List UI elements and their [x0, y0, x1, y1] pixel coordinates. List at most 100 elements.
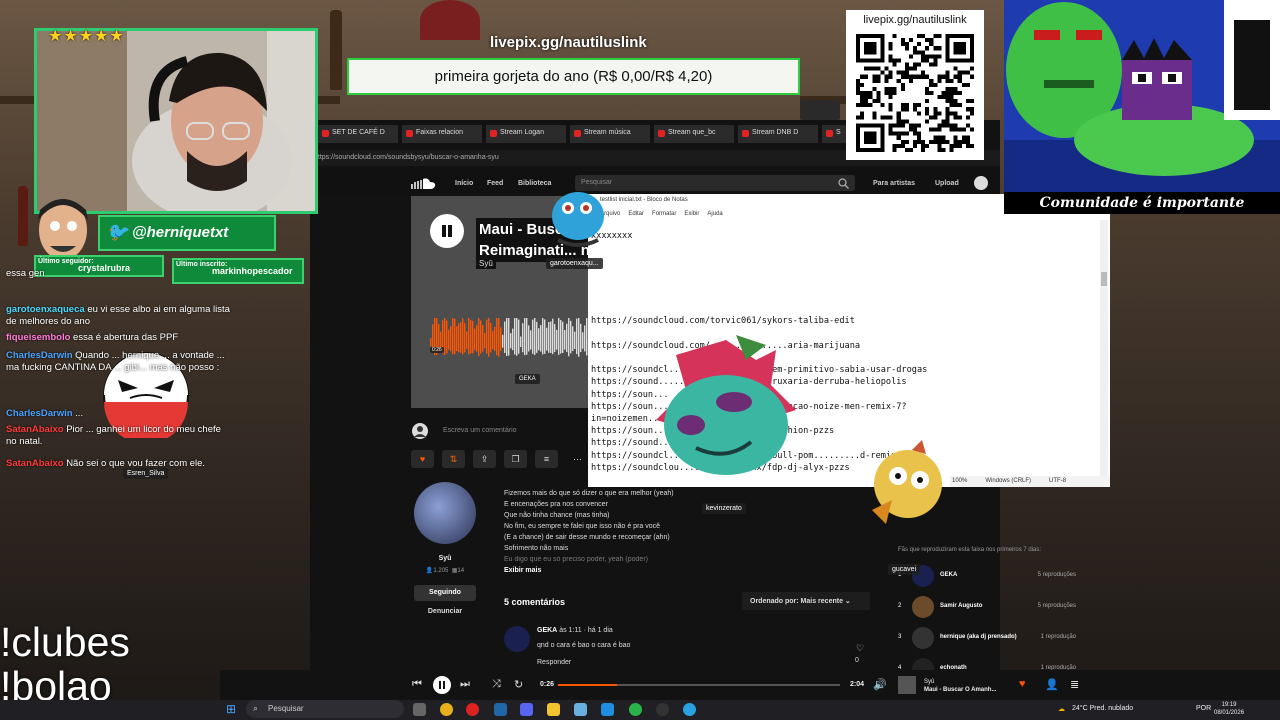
- repeat-icon[interactable]: ↻: [514, 678, 523, 691]
- browser-tab[interactable]: Stream DNB D: [738, 125, 818, 143]
- shuffle-icon[interactable]: ⤨: [492, 678, 501, 691]
- language-indicator[interactable]: POR: [1196, 705, 1211, 712]
- qr-module: [884, 86, 889, 91]
- player-pause-button[interactable]: [433, 676, 451, 694]
- scrollbar[interactable]: [1100, 220, 1108, 476]
- chrome-icon[interactable]: [440, 703, 453, 716]
- steam-icon[interactable]: [494, 703, 507, 716]
- sort-dropdown[interactable]: Ordenado por: Mais recente ⌄: [742, 592, 870, 610]
- soundcloud-logo-icon[interactable]: [410, 177, 436, 189]
- qr-module: [961, 127, 966, 132]
- waveform-bar: [470, 320, 472, 354]
- listener-name[interactable]: hernique (aka dj prensado): [940, 634, 1017, 640]
- taskbar-search[interactable]: Pesquisar: [246, 700, 404, 718]
- scrollbar-thumb[interactable]: [1101, 272, 1107, 286]
- vivaldi-icon[interactable]: [466, 703, 479, 716]
- comment-like-icon[interactable]: ♡: [856, 643, 864, 654]
- app-icon[interactable]: [601, 703, 614, 716]
- qr-module: [872, 34, 877, 39]
- progress-fill: [558, 684, 618, 686]
- qr-module: [941, 119, 946, 124]
- track-artist[interactable]: Syû: [476, 258, 496, 269]
- windows-start-icon[interactable]: ⊞: [226, 702, 236, 716]
- elapsed-time: 0:26: [540, 681, 555, 688]
- nav-home[interactable]: Início: [455, 180, 473, 187]
- clock[interactable]: 19:19 08/01/2026: [1214, 701, 1244, 717]
- waveform[interactable]: [430, 318, 588, 370]
- browser-tab[interactable]: Stream música: [570, 125, 650, 143]
- like-icon[interactable]: ♥: [1019, 678, 1026, 690]
- notepad-icon[interactable]: [574, 703, 587, 716]
- share-icon[interactable]: ⇪: [473, 450, 496, 468]
- qr-module: [908, 66, 913, 71]
- comment-username[interactable]: GEKA: [537, 627, 557, 634]
- listener-avatar[interactable]: [912, 627, 934, 649]
- qr-module: [856, 103, 861, 108]
- file-explorer-icon[interactable]: [547, 703, 560, 716]
- notepad-menu-item[interactable]: Editar: [628, 211, 644, 217]
- previous-icon[interactable]: ⏮: [412, 678, 422, 691]
- browser-tab[interactable]: SET DE CAFÉ D: [318, 125, 398, 143]
- qr-module: [933, 139, 938, 144]
- chat-username: CharlesDarwin: [6, 408, 76, 419]
- obs-icon[interactable]: [656, 703, 669, 716]
- qr-module: [872, 66, 877, 71]
- next-icon[interactable]: ⏭: [460, 678, 470, 691]
- show-more-link[interactable]: Exibir mais: [504, 567, 541, 574]
- qr-module: [904, 107, 909, 112]
- notepad-menu-item[interactable]: Exibir: [684, 211, 699, 217]
- listener-row[interactable]: 3 hernique (aka dj prensado) 1 reprodução: [898, 627, 1088, 649]
- follow-icon[interactable]: 👤: [1045, 678, 1059, 691]
- pause-button[interactable]: [430, 214, 464, 248]
- qr-module: [900, 143, 905, 148]
- artist-avatar[interactable]: [414, 482, 476, 544]
- listener-row[interactable]: 2 Samir Augusto 5 reproduções: [898, 596, 1088, 618]
- browser-tab[interactable]: Stream Logan: [486, 125, 566, 143]
- telegram-icon[interactable]: [683, 703, 696, 716]
- task-view-icon[interactable]: [413, 703, 426, 716]
- search-input[interactable]: Pesquisar: [575, 175, 855, 191]
- waveform-bar: [490, 322, 492, 353]
- add-to-playlist-icon[interactable]: ≡: [535, 450, 558, 468]
- now-playing[interactable]: Syû Maui - Buscar O Amanh...: [924, 678, 996, 694]
- nav-feed[interactable]: Feed: [487, 180, 503, 187]
- comment-avatar[interactable]: [504, 626, 530, 652]
- like-icon[interactable]: ♥: [411, 450, 434, 468]
- chrome-icon[interactable]: [629, 703, 642, 716]
- qr-module: [888, 86, 893, 91]
- queue-icon[interactable]: ≣: [1070, 678, 1079, 691]
- qr-module: [864, 123, 869, 128]
- qr-module: [880, 147, 885, 152]
- listener-row[interactable]: 1 GEKA 5 reproduções: [898, 565, 1088, 587]
- qr-module: [937, 46, 942, 51]
- reply-button[interactable]: Responder: [537, 659, 571, 666]
- notepad-menu-item[interactable]: Ajuda: [707, 211, 722, 217]
- more-icon[interactable]: ⋯: [566, 450, 589, 468]
- listener-name[interactable]: GEKA: [940, 572, 957, 578]
- weather-text[interactable]: 24°C Pred. nublado: [1072, 705, 1133, 712]
- qr-module: [953, 123, 958, 128]
- qr-module: [856, 127, 861, 132]
- progress-bar[interactable]: [558, 684, 840, 686]
- artist-name[interactable]: Syû: [414, 555, 476, 562]
- track-thumbnail[interactable]: [898, 676, 916, 694]
- discord-icon[interactable]: [520, 703, 533, 716]
- waveform-bar: [566, 323, 568, 353]
- nav-library[interactable]: Biblioteca: [518, 180, 551, 187]
- notepad-menu-item[interactable]: Formatar: [652, 211, 676, 217]
- repost-icon[interactable]: ⇅: [442, 450, 465, 468]
- browser-tab[interactable]: Stream que_bc: [654, 125, 734, 143]
- listener-name[interactable]: Samir Augusto: [940, 603, 982, 609]
- copy-link-icon[interactable]: ❐: [504, 450, 527, 468]
- volume-icon[interactable]: 🔊: [873, 678, 887, 691]
- nav-upload[interactable]: Upload: [935, 180, 959, 187]
- waveform-comment-tag[interactable]: GEKA: [515, 374, 540, 384]
- nav-for-artists[interactable]: Para artistas: [873, 180, 915, 187]
- search-icon[interactable]: [838, 178, 849, 189]
- following-button[interactable]: Seguindo: [414, 585, 476, 601]
- listener-avatar[interactable]: [912, 596, 934, 618]
- report-button[interactable]: Denunciar: [414, 608, 476, 615]
- avatar[interactable]: [974, 176, 988, 190]
- comment-input[interactable]: Escreva um comentário: [411, 422, 589, 442]
- browser-tab[interactable]: Faixas relacion: [402, 125, 482, 143]
